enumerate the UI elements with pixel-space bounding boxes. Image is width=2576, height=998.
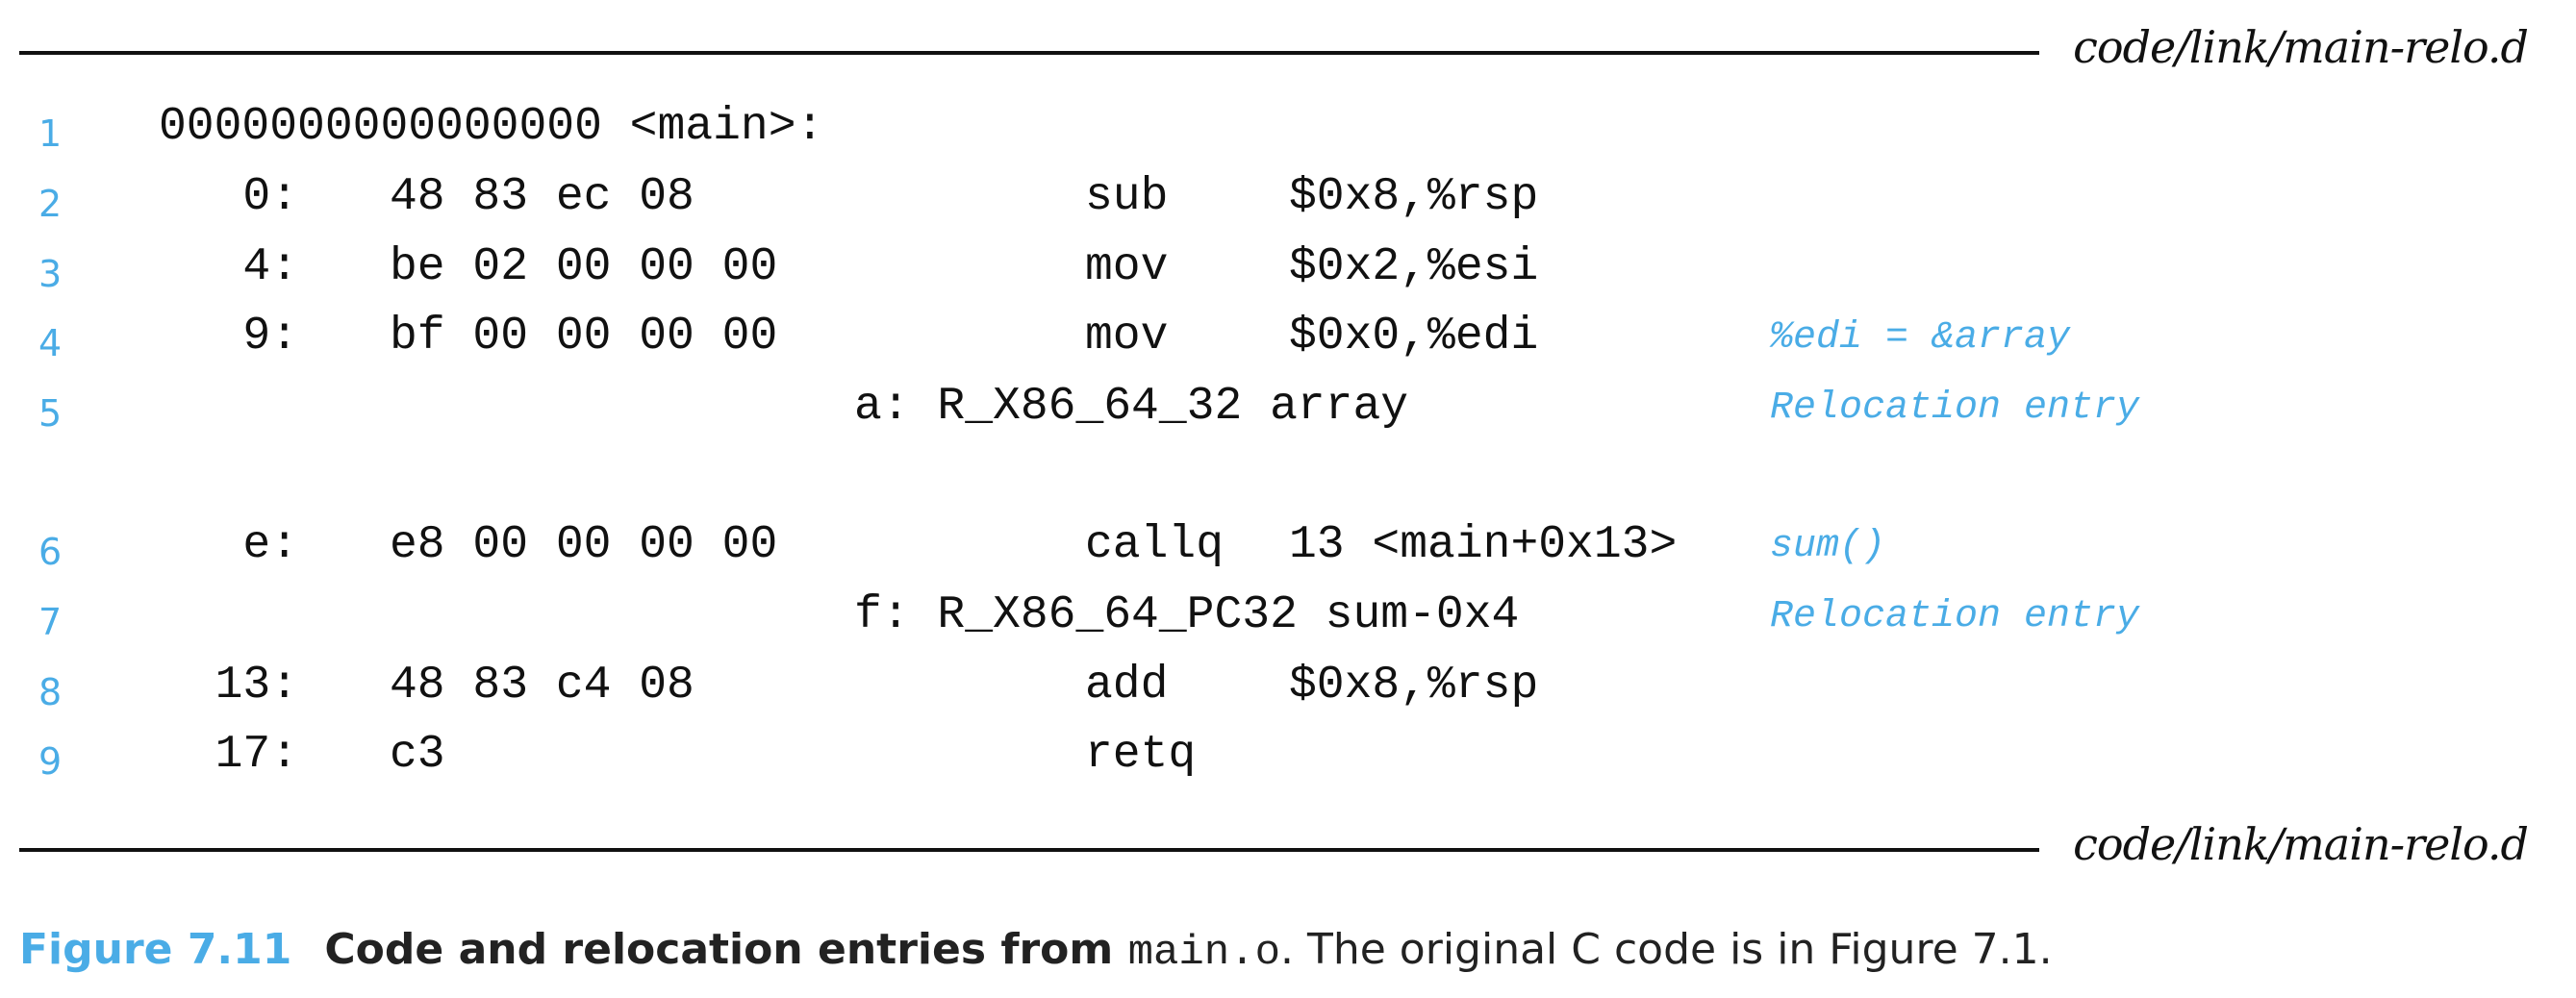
mnemonic: retq [1085,729,1197,781]
annotation-comment: sum() [1770,525,1886,568]
line-number: 7 [38,601,63,643]
machine-bytes: e8 00 00 00 00 [390,519,778,571]
source-file-label-top: code/link/main-relo.d [2073,21,2529,73]
figure-caption: Figure 7.11 Code and relocation entries f… [19,925,2053,977]
relocation-entry: f: R_X86_64_PC32 sum-0x4 [854,589,1520,641]
listing-row: 9 17: c3 retq [0,729,2576,786]
caption-code: main.o [1127,929,1281,977]
operands: $0x8,%rsp [1289,171,1539,223]
bottom-rule [19,848,2039,852]
address: 17: [215,729,298,781]
mnemonic: callq [1085,519,1225,571]
relocation-entry: a: R_X86_64_32 array [854,381,1409,433]
mnemonic: mov [1085,311,1169,362]
caption-title: Code and relocation entries from [324,925,1128,974]
machine-bytes: 48 83 ec 08 [390,171,695,223]
relocation-row: 7 f: R_X86_64_PC32 sum-0x4 Relocation en… [0,589,2576,647]
mnemonic: add [1085,660,1169,711]
address: 13: [215,660,298,711]
listing-row: 4 9: bf 00 00 00 00 mov $0x0,%edi %edi =… [0,311,2576,368]
machine-bytes: 48 83 c4 08 [390,660,695,711]
annotation-comment: Relocation entry [1770,595,2140,638]
listing-row: 8 13: 48 83 c4 08 add $0x8,%rsp [0,660,2576,717]
relocation-row: 5 a: R_X86_64_32 array Relocation entry [0,381,2576,438]
listing-row: 3 4: be 02 00 00 00 mov $0x2,%esi [0,241,2576,299]
listing-row-header: 1 0000000000000000 <main>: [0,101,2576,159]
line-number: 2 [38,183,63,225]
line-number: 4 [38,322,63,364]
operands: 13 <main+0x13> [1289,519,1678,571]
function-header: 0000000000000000 <main>: [159,101,824,153]
top-rule [19,51,2039,55]
line-number: 9 [38,740,63,783]
line-number: 5 [38,392,63,435]
address: e: [242,519,298,571]
operands: $0x2,%esi [1289,241,1539,293]
machine-bytes: be 02 00 00 00 [390,241,778,293]
listing-row: 6 e: e8 00 00 00 00 callq 13 <main+0x13>… [0,519,2576,577]
figure-number: Figure 7.11 [19,925,292,974]
line-number: 3 [38,253,63,295]
line-number: 6 [38,531,63,573]
source-file-label-bottom: code/link/main-relo.d [2073,818,2529,870]
operands: $0x8,%rsp [1289,660,1539,711]
line-number: 8 [38,671,63,713]
annotation-comment: Relocation entry [1770,387,2140,430]
mnemonic: mov [1085,241,1169,293]
mnemonic: sub [1085,171,1169,223]
address: 9: [242,311,298,362]
machine-bytes: c3 [390,729,445,781]
line-number: 1 [38,112,63,155]
address: 0: [242,171,298,223]
machine-bytes: bf 00 00 00 00 [390,311,778,362]
annotation-comment: %edi = &array [1770,316,2071,360]
listing-row: 2 0: 48 83 ec 08 sub $0x8,%rsp [0,171,2576,229]
address: 4: [242,241,298,293]
operands: $0x0,%edi [1289,311,1539,362]
caption-text: . The original C code is in Figure 7.1. [1280,925,2053,974]
